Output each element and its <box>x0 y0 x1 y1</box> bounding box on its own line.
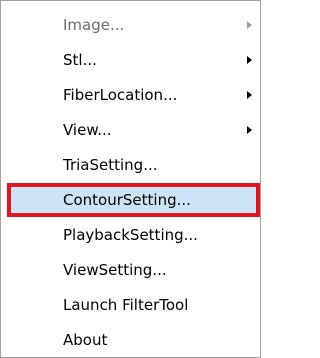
menu-item-label: FiberLocation... <box>63 86 178 104</box>
menu-item-about[interactable]: About <box>1 323 260 357</box>
menu-item-label: Launch FilterTool <box>63 296 189 314</box>
submenu-arrow-icon <box>247 91 252 99</box>
menu-item-label: ContourSetting... <box>63 191 191 209</box>
menu-item-label: ViewSetting... <box>63 261 167 279</box>
menu-item-image[interactable]: Image... <box>1 8 260 42</box>
context-menu: Image... Stl... FiberLocation... View...… <box>0 0 261 358</box>
menu-item-label: Image... <box>63 16 125 34</box>
submenu-arrow-icon <box>247 56 252 64</box>
submenu-arrow-icon <box>247 21 252 29</box>
menu-item-label: PlaybackSetting... <box>63 226 198 244</box>
menu-item-playbacksetting[interactable]: PlaybackSetting... <box>1 218 260 252</box>
menu-item-fiberlocation[interactable]: FiberLocation... <box>1 78 260 112</box>
menu-item-label: View... <box>63 121 112 139</box>
menu-item-label: About <box>63 331 108 349</box>
menu-item-view[interactable]: View... <box>1 113 260 147</box>
menu-item-launch-filtertool[interactable]: Launch FilterTool <box>1 288 260 322</box>
menu-item-viewsetting[interactable]: ViewSetting... <box>1 253 260 287</box>
submenu-arrow-icon <box>247 126 252 134</box>
menu-item-contoursetting[interactable]: ContourSetting... <box>7 183 260 217</box>
menu-item-label: Stl... <box>63 51 97 69</box>
menu-item-label: TriaSetting... <box>63 156 158 174</box>
menu-item-triasetting[interactable]: TriaSetting... <box>1 148 260 182</box>
menu-item-stl[interactable]: Stl... <box>1 43 260 77</box>
